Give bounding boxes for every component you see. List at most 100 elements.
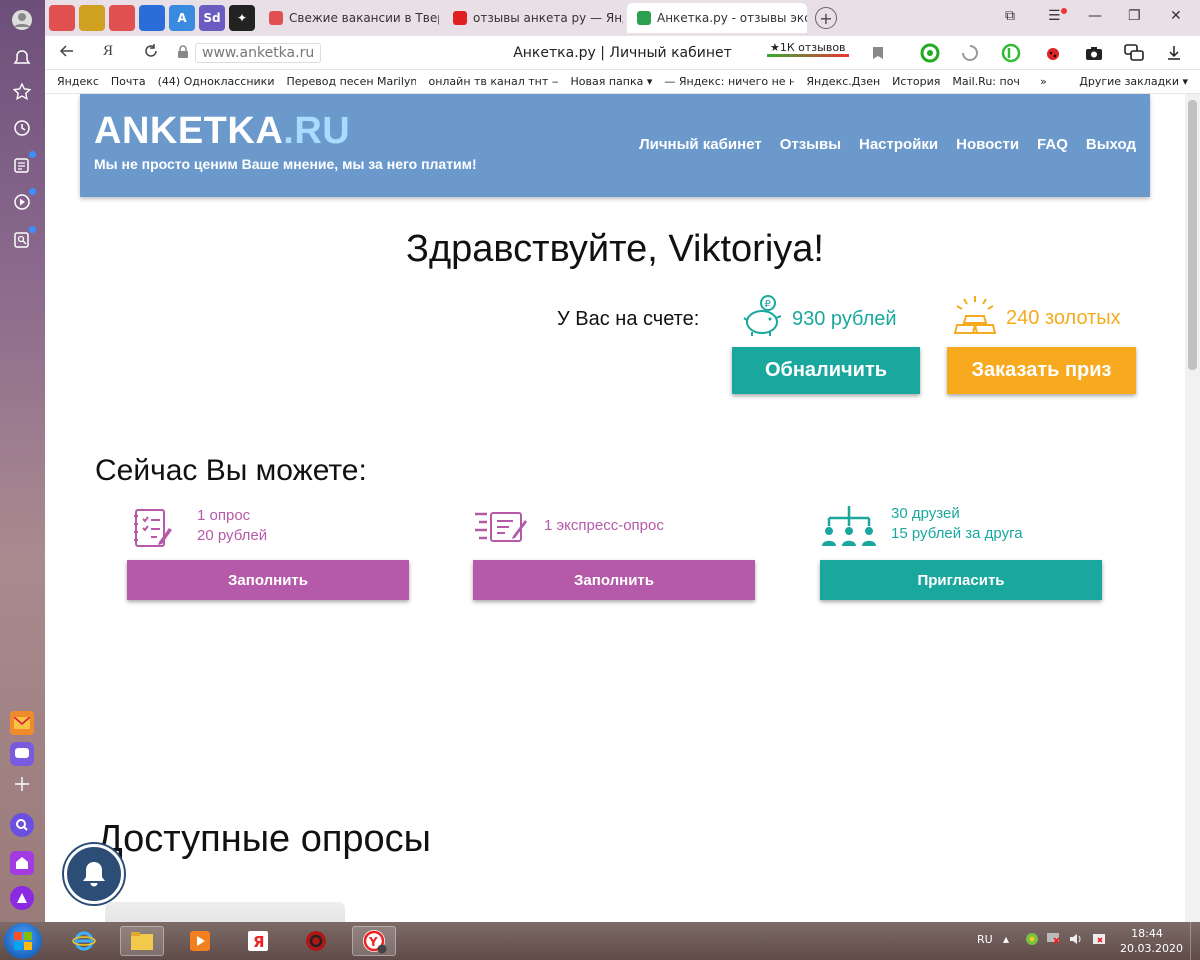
media-player-icon[interactable] xyxy=(178,926,222,956)
browser-tab-2[interactable]: Анкетка.ру - отзывы эксп xyxy=(627,3,807,33)
screenshot-camera-icon[interactable] xyxy=(1083,42,1105,64)
bookmark-flag-icon[interactable] xyxy=(867,42,889,64)
add-sidebar-panel-icon[interactable] xyxy=(10,772,34,796)
extension-d-icon[interactable] xyxy=(1000,42,1022,64)
pinned-tab-2[interactable] xyxy=(109,5,135,31)
windows-taskbar: Я Y RU ▴ 18:44 20.03.2020 xyxy=(0,922,1200,960)
greeting-heading: Здравствуйте, Viktoriya! xyxy=(406,228,824,270)
tab-bar: A Sd ✦ Свежие вакансии в Твери отзывы анкет… xyxy=(45,0,1200,36)
tab-favicon-icon xyxy=(453,11,467,25)
invite-friends-button[interactable]: Пригласить xyxy=(820,560,1102,600)
profile-icon[interactable] xyxy=(10,8,34,32)
network-status-icon[interactable] xyxy=(1046,932,1060,949)
extension-q-icon[interactable] xyxy=(919,42,941,64)
rubles-balance: ₽ 930 рублей xyxy=(742,294,897,344)
video-play-icon[interactable] xyxy=(10,188,36,214)
express-survey-icon xyxy=(473,510,529,547)
reviews-badge[interactable]: ★1К отзывов xyxy=(767,41,849,57)
notifications-bell-icon[interactable] xyxy=(10,46,34,70)
pinned-tab-5[interactable]: Sd xyxy=(199,5,225,31)
bookmark-item[interactable]: Почта xyxy=(111,75,146,88)
survey-card-preview xyxy=(105,902,345,922)
menu-item-3[interactable]: Новости xyxy=(956,136,1019,153)
other-bookmarks[interactable]: Другие закладки ▾ xyxy=(1079,75,1188,88)
volume-icon[interactable] xyxy=(1069,932,1083,949)
now-you-can-heading: Сейчас Вы можете: xyxy=(95,454,367,487)
menu-item-2[interactable]: Настройки xyxy=(859,136,938,153)
bookmark-item[interactable]: Mail.Ru: поч xyxy=(952,75,1020,88)
logo-suffix-text: .RU xyxy=(283,110,351,152)
svg-text:Я: Я xyxy=(253,933,265,951)
browser-menu-icon[interactable]: ☰ xyxy=(1048,8,1067,24)
svg-text:Y: Y xyxy=(368,935,378,949)
page-scrollbar[interactable] xyxy=(1185,94,1200,922)
bookmark-item[interactable]: Новая папка ▾ xyxy=(570,75,652,88)
menu-item-1[interactable]: Отзывы xyxy=(780,136,841,153)
pinned-tab-1[interactable] xyxy=(79,5,105,31)
bookmark-item[interactable]: — Яндекс: ничего не н xyxy=(664,75,794,88)
fill-express-survey-button[interactable]: Заполнить xyxy=(473,560,755,600)
bookmark-item[interactable]: Яндекс.Дзен xyxy=(806,75,880,88)
survey-reward: 20 рублей xyxy=(197,527,268,544)
start-button-icon[interactable] xyxy=(4,923,42,959)
new-tab-button[interactable]: + xyxy=(815,7,837,29)
yandex-browser-taskbar-icon[interactable]: Я xyxy=(236,926,280,956)
minimize-button[interactable]: — xyxy=(1088,8,1102,24)
cashout-button[interactable]: Обналичить xyxy=(732,347,920,394)
bookmark-item[interactable]: онлайн тв канал тнт — xyxy=(428,75,558,88)
push-notification-bell-icon[interactable] xyxy=(64,844,124,904)
site-logo[interactable]: ANKETKA.RU xyxy=(94,110,350,153)
file-explorer-icon[interactable] xyxy=(120,926,164,956)
alice-assistant-icon[interactable] xyxy=(10,886,34,910)
yandex-beta-taskbar-icon[interactable]: Y xyxy=(352,926,396,956)
order-prize-button[interactable]: Заказать приз xyxy=(947,347,1136,394)
show-desktop-button[interactable] xyxy=(1190,922,1200,960)
express-survey-count: 1 экспресс-опрос xyxy=(544,517,664,534)
system-clock[interactable]: 18:44 20.03.2020 xyxy=(1120,926,1183,956)
history-clock-icon[interactable] xyxy=(10,116,34,140)
pinned-tab-6[interactable]: ✦ xyxy=(229,5,255,31)
pinned-tab-3[interactable] xyxy=(139,5,165,31)
downloads-icon[interactable] xyxy=(1163,42,1185,64)
extension-ladybug-icon[interactable] xyxy=(1042,42,1064,64)
internet-explorer-icon[interactable] xyxy=(62,926,106,956)
bookmark-item[interactable]: Яндекс xyxy=(57,75,99,88)
bookmark-item[interactable]: (44) Одноклассники xyxy=(158,75,275,88)
fill-survey-button[interactable]: Заполнить xyxy=(127,560,409,600)
action-center-icon[interactable] xyxy=(1092,932,1106,949)
available-surveys-heading: Доступные опросы xyxy=(97,818,431,860)
site-menu: Личный кабинет Отзывы Настройки Новости FAQ В… xyxy=(639,136,1136,153)
home-apps-icon[interactable] xyxy=(10,851,34,875)
menu-item-5[interactable]: Выход xyxy=(1086,136,1136,153)
pinned-tab-0[interactable] xyxy=(49,5,75,31)
tray-app-icon[interactable] xyxy=(1024,932,1040,949)
bookmarks-more-chevron-icon[interactable]: » xyxy=(1040,75,1047,88)
favorites-star-icon[interactable] xyxy=(10,80,34,104)
tab-favicon-icon xyxy=(269,11,283,25)
bookmark-item[interactable]: Перевод песен Marilyn xyxy=(286,75,416,88)
gold-balance: 240 золотых xyxy=(952,294,1121,342)
friends-network-icon xyxy=(821,504,877,551)
zen-feed-icon[interactable] xyxy=(10,151,36,177)
scrollbar-thumb[interactable] xyxy=(1188,100,1197,370)
express-survey-card-text: 1 экспресс-опрос xyxy=(544,516,664,536)
menu-item-4[interactable]: FAQ xyxy=(1037,136,1068,153)
mail-icon[interactable] xyxy=(10,711,34,735)
menu-item-0[interactable]: Личный кабинет xyxy=(639,136,762,153)
messenger-icon[interactable] xyxy=(10,742,34,766)
language-indicator[interactable]: RU xyxy=(977,933,993,946)
close-window-button[interactable]: ✕ xyxy=(1170,8,1182,24)
tray-expand-icon[interactable]: ▴ xyxy=(1003,932,1009,946)
extension-loader-icon[interactable] xyxy=(959,42,981,64)
survey-count: 1 опрос xyxy=(197,507,251,524)
restore-button[interactable]: ❐ xyxy=(1128,8,1141,24)
search-collection-icon[interactable] xyxy=(10,226,36,252)
extension-chat-icon[interactable] xyxy=(1123,42,1145,64)
browser-tab-1[interactable]: отзывы анкета ру — Янде xyxy=(443,3,623,33)
pinned-tab-4[interactable]: A xyxy=(169,5,195,31)
game-app-icon[interactable] xyxy=(294,926,338,956)
tabs-menu-icon[interactable]: ⧉ xyxy=(1005,8,1015,24)
browser-tab-0[interactable]: Свежие вакансии в Твери xyxy=(259,3,439,33)
alice-search-icon[interactable] xyxy=(10,813,34,837)
bookmark-item[interactable]: История xyxy=(892,75,940,88)
